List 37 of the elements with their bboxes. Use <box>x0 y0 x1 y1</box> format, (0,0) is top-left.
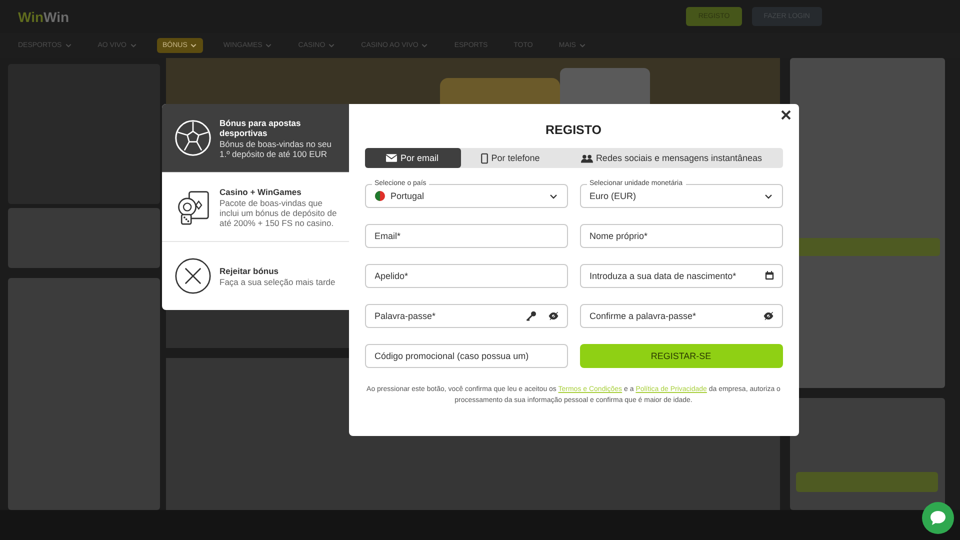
eye-slash-icon[interactable] <box>762 311 774 321</box>
chevron-down-icon <box>764 192 772 200</box>
dialog-title: REGISTO <box>544 123 603 139</box>
option-title: Rejeitar bónus <box>220 266 280 276</box>
football-icon <box>174 119 212 157</box>
tab[interactable]: Redes sociais e mensagens instantâneas <box>560 148 782 168</box>
input-field[interactable]: Confirme a palavra-passe* <box>580 304 782 328</box>
tab[interactable]: Por telefone <box>460 148 560 168</box>
key-icon[interactable] <box>526 311 536 321</box>
close-icon[interactable] <box>780 110 792 122</box>
input-field[interactable]: Código promocional (caso possua um) <box>364 344 568 368</box>
chat-bubble-icon <box>928 508 948 528</box>
logo[interactable]: WinWin <box>18 8 70 24</box>
selected-value: Euro (EUR) <box>590 191 638 201</box>
input-field[interactable]: Introduza a sua data de nascimento* <box>580 264 782 288</box>
envelope-icon <box>386 154 398 162</box>
option-description: Faça a sua seleção mais tarde <box>220 276 336 286</box>
option-title: Casino + WinGames <box>220 186 302 196</box>
input-field[interactable]: Email* <box>364 224 568 248</box>
bonus-option[interactable]: Rejeitar bónus Faça a sua seleção mais tarde <box>162 241 348 310</box>
tab[interactable]: Por email <box>364 148 460 168</box>
close-circle-icon <box>174 257 212 295</box>
eye-slash-icon[interactable] <box>548 311 558 321</box>
chat-button[interactable] <box>922 502 954 534</box>
option-description: Pacote de boas-vindas que inclui um bónus de depósito de até 200% + 150 FS no casino. <box>220 198 338 228</box>
bonus-option[interactable]: Casino + WinGames Pacote de boas-vindas que inclui um bónus de depósito de até 200% + 150 FS no casino. <box>162 172 348 241</box>
phone-icon <box>481 152 488 164</box>
bonus-option[interactable]: Bónus para apostas desportivas Bónus de boas-vindas no seu 1.º depósito de até 100 EUR <box>162 104 348 172</box>
selected-value: Portugal <box>390 191 426 201</box>
input-field[interactable]: Palavra-passe* <box>364 304 568 328</box>
chevron-down-icon <box>548 192 558 200</box>
input-field[interactable]: Nome próprio* <box>580 224 782 248</box>
register-submit-button[interactable]: REGISTAR-SE <box>580 344 782 368</box>
input-field[interactable]: Apelido* <box>364 264 568 288</box>
option-description: Bónus de boas-vindas no seu 1.º depósito de até 100 EUR <box>220 138 332 158</box>
option-title: Bónus para apostas desportivas <box>220 118 302 138</box>
people-icon <box>580 154 593 162</box>
